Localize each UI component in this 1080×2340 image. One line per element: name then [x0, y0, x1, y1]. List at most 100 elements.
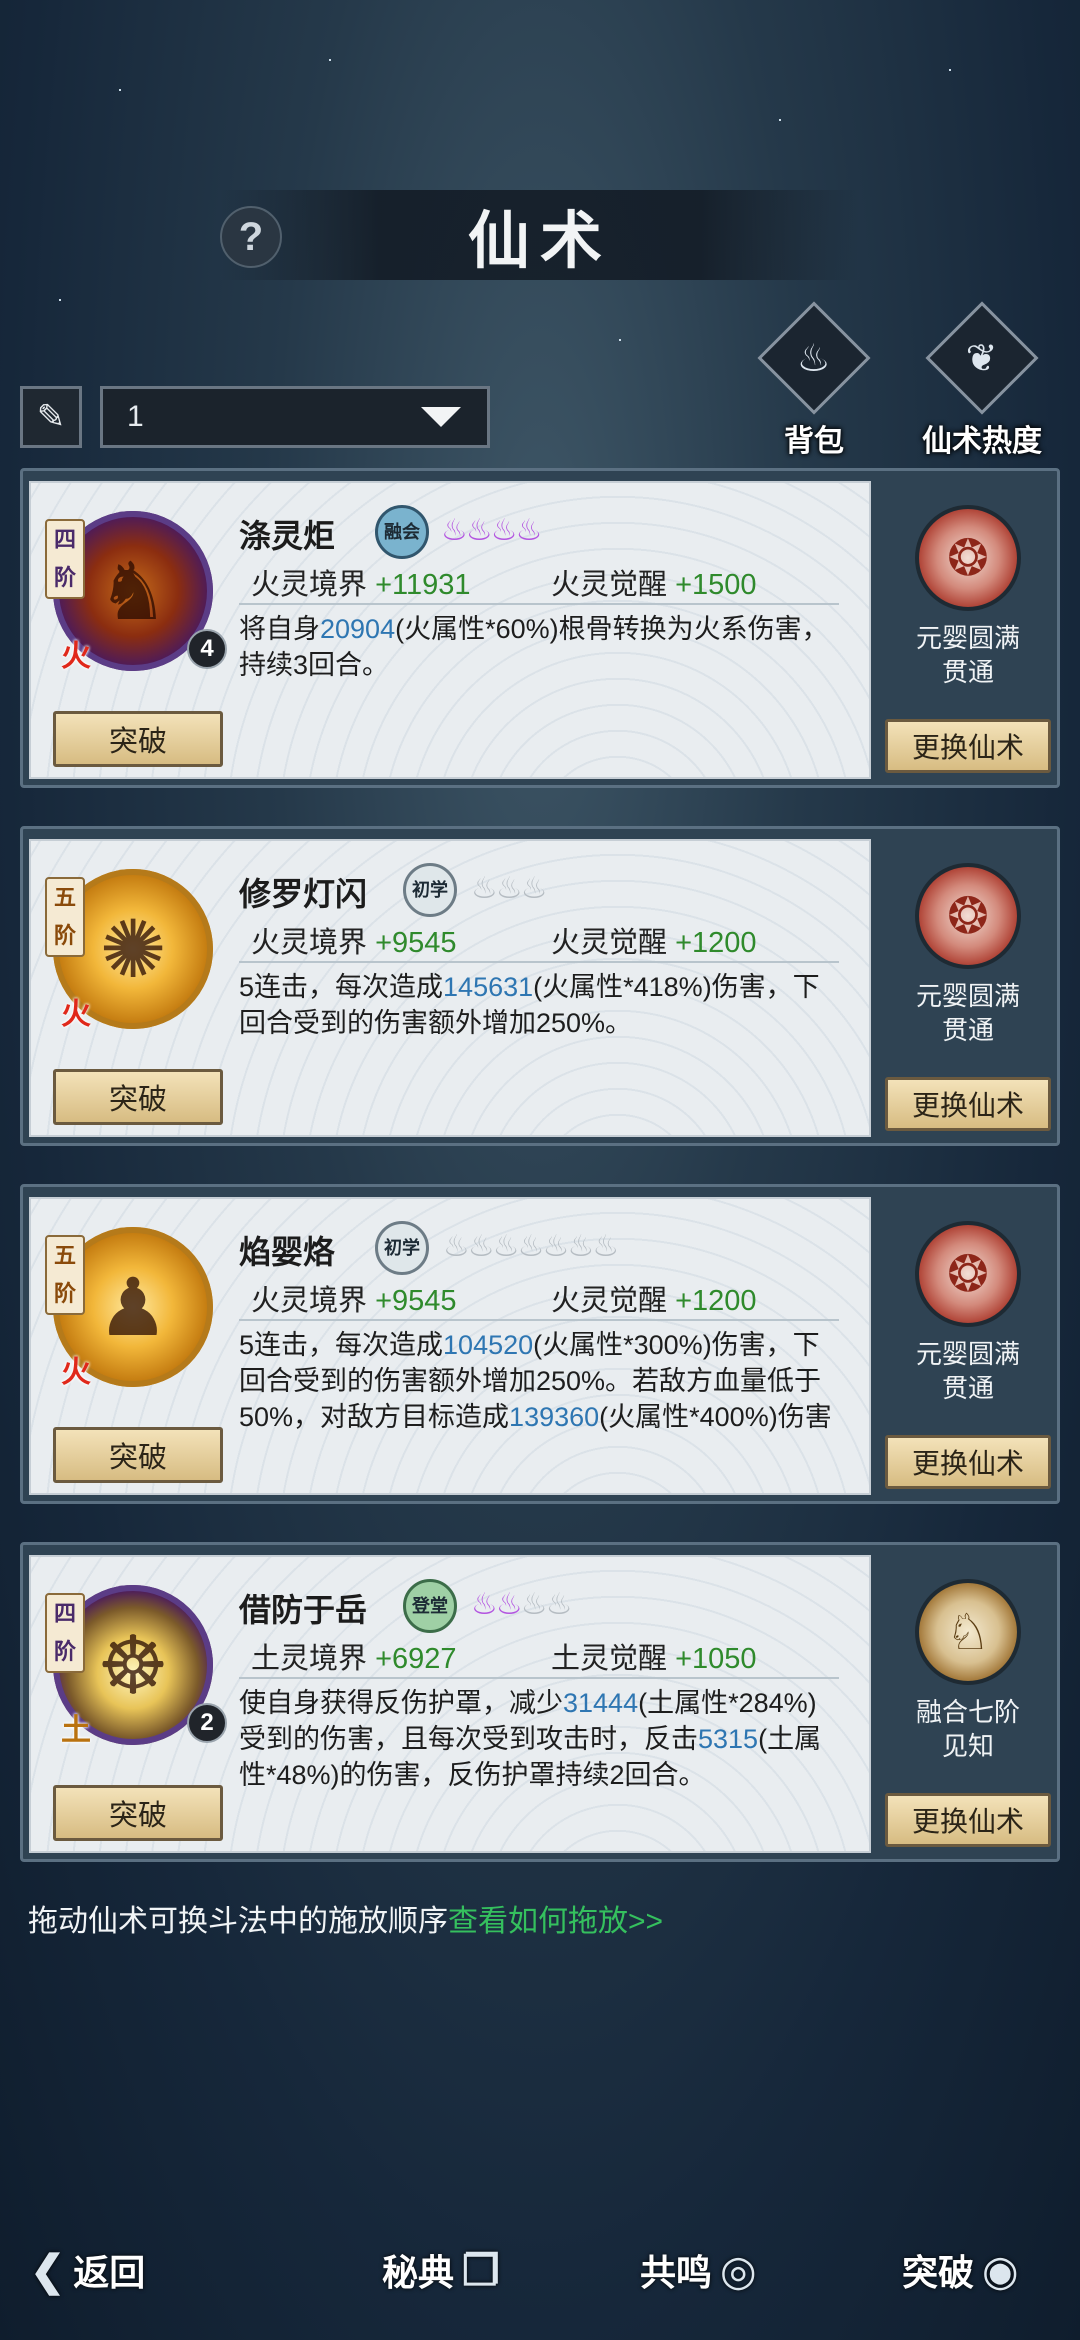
element-tag: 土 — [61, 1713, 91, 1748]
skill-description: 将自身20904(火属性*60%)根骨转换为火系伤害，持续3回合。 — [239, 611, 839, 683]
side-panel: ❂ 元婴圆满 贯通 更换仙术 — [883, 1197, 1053, 1495]
side-status-line: 元婴圆满 — [915, 1339, 1020, 1369]
grade-badge: 初学 — [403, 863, 457, 917]
flame-icon: ♨♨♨ — [471, 872, 548, 905]
drag-hint: 拖动仙术可换斗法中的施放顺序查看如何拖放>> — [28, 1896, 663, 1940]
breakthrough-nav-button[interactable]: 突破 ◉ — [902, 2220, 1019, 2320]
skill-name: 修罗灯闪 — [239, 876, 368, 912]
skill-name: 涤灵炬 — [239, 518, 336, 554]
realm-value: +9545 — [375, 1285, 457, 1317]
rank-tag: 四阶 — [45, 519, 85, 599]
breakthrough-button[interactable]: 突破 — [53, 1785, 223, 1841]
desc-text: 5连击，每次造成 — [239, 1330, 444, 1360]
change-skill-button[interactable]: 更换仙术 — [885, 1793, 1051, 1847]
desc-number: 104520 — [443, 1330, 534, 1360]
skill-panel: ♞ 四阶 火 4 涤灵炬 融会 ♨♨♨♨ 火灵境界 +11931 火灵觉醒 +1… — [29, 481, 871, 779]
flame-icon: ♨♨ — [520, 1588, 573, 1621]
phoenix-emblem-icon: ❂ — [915, 1221, 1021, 1327]
level-badge: 2 — [187, 1703, 227, 1743]
skill-description: 5连击，每次造成145631(火属性*418%)伤害，下回合受到的伤害额外增加2… — [239, 969, 839, 1041]
rank-tag: 四阶 — [45, 1593, 85, 1673]
flame-rating: ♨♨♨♨ — [441, 513, 543, 548]
element-tag: 火 — [61, 1355, 91, 1390]
skill-panel: ♟ 五阶 火 焰婴烙 初学 ♨♨♨♨♨♨♨ 火灵境界 +9545 火灵觉醒 +1… — [29, 1197, 871, 1495]
open-book-icon: ❐ — [462, 2245, 500, 2295]
skill-card-2[interactable]: ✺ 五阶 火 修罗灯闪 初学 ♨♨♨ 火灵境界 +9545 火灵觉醒 +1200… — [20, 826, 1060, 1146]
brush-icon[interactable]: ✎ — [20, 386, 82, 448]
change-skill-button[interactable]: 更换仙术 — [885, 1077, 1051, 1131]
change-skill-button[interactable]: 更换仙术 — [885, 1435, 1051, 1489]
grade-badge: 初学 — [375, 1221, 429, 1275]
back-label: 返回 — [73, 2252, 146, 2294]
stat-line: 火灵境界 +11931 火灵觉醒 +1500 — [251, 561, 851, 603]
title-bar: 仙术 — [220, 190, 860, 280]
bag-button[interactable]: ♨ 背包 — [754, 301, 874, 460]
desc-text: (火属性*400%)伤害 — [599, 1402, 832, 1432]
stat-line: 土灵境界 +6927 土灵觉醒 +1050 — [251, 1635, 851, 1677]
side-status-line: 贯通 — [941, 1015, 994, 1045]
awaken-label: 土灵觉醒 — [551, 1643, 668, 1675]
level-dropdown[interactable]: 1 — [100, 386, 490, 448]
flame-icon: ♨♨♨♨ — [441, 514, 543, 547]
skill-panel: ✺ 五阶 火 修罗灯闪 初学 ♨♨♨ 火灵境界 +9545 火灵觉醒 +1200… — [29, 839, 871, 1137]
flame-icon: ♨♨ — [471, 1588, 523, 1621]
question-icon[interactable]: ? — [220, 206, 282, 268]
side-status-line: 融合七阶 — [915, 1697, 1020, 1727]
flame-icon: ♨♨♨♨♨♨♨ — [443, 1230, 619, 1263]
desc-number: 145631 — [443, 972, 534, 1002]
skill-description: 使自身获得反伤护罩，减少31444(土属性*284%)受到的伤害，且每次受到攻击… — [239, 1685, 839, 1793]
desc-text: 5连击，每次造成 — [239, 972, 444, 1002]
awaken-value: +1500 — [675, 569, 757, 601]
realm-value: +9545 — [375, 927, 457, 959]
change-skill-button[interactable]: 更换仙术 — [885, 719, 1051, 773]
side-panel: ♘ 融合七阶 见知 更换仙术 — [883, 1555, 1053, 1853]
grade-badge: 登堂 — [403, 1579, 457, 1633]
awaken-label: 火灵觉醒 — [551, 927, 668, 959]
back-button[interactable]: ❮ 返回 — [30, 2220, 145, 2320]
realm-label: 火灵境界 — [251, 1285, 368, 1317]
skill-heat-button[interactable]: ❦ 仙术热度 — [922, 301, 1042, 460]
breakthrough-button[interactable]: 突破 — [53, 1427, 223, 1483]
bag-label: 背包 — [784, 424, 844, 459]
how-to-drag-link[interactable]: 查看如何拖放>> — [448, 1905, 663, 1938]
divider — [239, 603, 839, 605]
awaken-value: +1200 — [675, 927, 757, 959]
hint-text: 拖动仙术可换斗法中的施放顺序 — [28, 1905, 448, 1938]
element-tag: 火 — [61, 639, 91, 674]
skill-name: 焰婴烙 — [239, 1234, 336, 1270]
breakthrough-button[interactable]: 突破 — [53, 1069, 223, 1125]
side-panel: ❂ 元婴圆满 贯通 更换仙术 — [883, 839, 1053, 1137]
side-panel: ❂ 元婴圆满 贯通 更换仙术 — [883, 481, 1053, 779]
manual-label: 秘典 — [382, 2252, 455, 2294]
resonance-button[interactable]: 共鸣 ◎ — [640, 2220, 757, 2320]
realm-value: +11931 — [375, 569, 471, 601]
rank-tag: 五阶 — [45, 1235, 85, 1315]
desc-number: 31444 — [563, 1688, 639, 1718]
resonance-label: 共鸣 — [640, 2252, 713, 2294]
breakthrough-button[interactable]: 突破 — [53, 711, 223, 767]
divider — [239, 1677, 839, 1679]
realm-label: 火灵境界 — [251, 927, 368, 959]
manual-button[interactable]: 秘典 ❐ — [382, 2220, 500, 2320]
side-status: 元婴圆满 贯通 — [883, 621, 1053, 689]
divider — [239, 1319, 839, 1321]
stat-line: 火灵境界 +9545 火灵觉醒 +1200 — [251, 919, 851, 961]
skill-card-1[interactable]: ♞ 四阶 火 4 涤灵炬 融会 ♨♨♨♨ 火灵境界 +11931 火灵觉醒 +1… — [20, 468, 1060, 788]
side-status: 元婴圆满 贯通 — [883, 1337, 1053, 1405]
skill-card-4[interactable]: ☸ 四阶 土 2 借防于岳 登堂 ♨♨♨♨ 土灵境界 +6927 土灵觉醒 +1… — [20, 1542, 1060, 1862]
side-status-line: 元婴圆满 — [915, 623, 1020, 653]
flame-rating: ♨♨♨ — [471, 871, 548, 906]
phoenix-emblem-icon: ❂ — [915, 505, 1021, 611]
awaken-value: +1200 — [675, 1285, 757, 1317]
skill-card-3[interactable]: ♟ 五阶 火 焰婴烙 初学 ♨♨♨♨♨♨♨ 火灵境界 +9545 火灵觉醒 +1… — [20, 1184, 1060, 1504]
side-status: 元婴圆满 贯通 — [883, 979, 1053, 1047]
awaken-label: 火灵觉醒 — [551, 1285, 668, 1317]
grade-badge: 融会 — [375, 505, 429, 559]
awaken-label: 火灵觉醒 — [551, 569, 668, 601]
rank-tag: 五阶 — [45, 877, 85, 957]
desc-number: 20904 — [320, 614, 396, 644]
back-arrow-icon: ❮ — [30, 2245, 66, 2295]
awaken-value: +1050 — [675, 1643, 757, 1675]
realm-label: 土灵境界 — [251, 1643, 368, 1675]
realm-label: 火灵境界 — [251, 569, 368, 601]
